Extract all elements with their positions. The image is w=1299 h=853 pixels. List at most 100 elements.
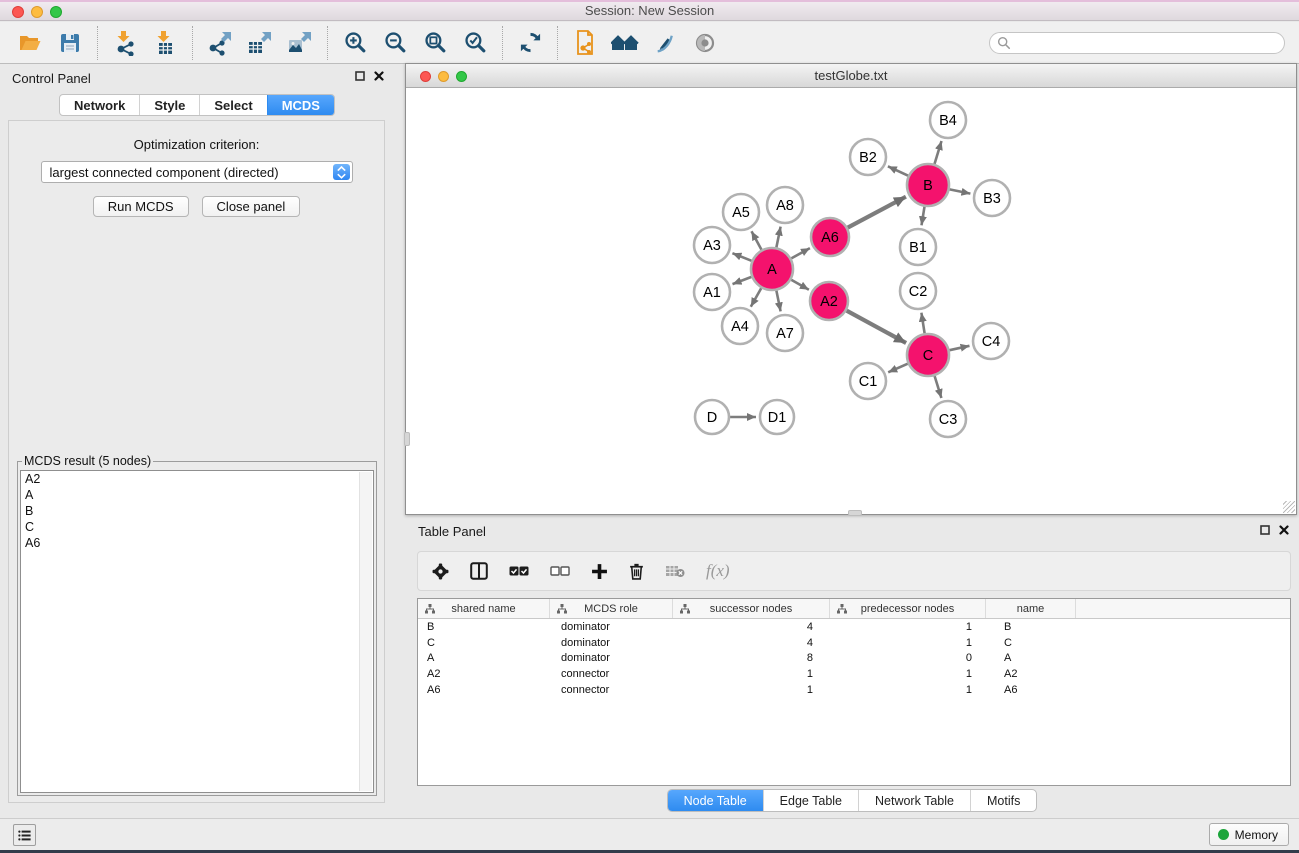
network-graph[interactable]: B4B2BB3A8A5A6A3B1AA1C2A2A4A7C4CC1DD1C3	[406, 88, 1296, 514]
run-mcds-button[interactable]: Run MCDS	[93, 196, 189, 217]
hide-annotations-button[interactable]	[645, 26, 685, 60]
open-session-button[interactable]	[10, 26, 50, 60]
table-cell[interactable]: A2	[986, 668, 1076, 680]
table-cell[interactable]: A2	[418, 668, 550, 680]
task-history-button[interactable]	[13, 824, 36, 846]
edge-C-C3[interactable]	[935, 376, 942, 398]
table-row-a6[interactable]: A6connector11A6	[418, 682, 1290, 698]
edge-C-C2[interactable]	[921, 313, 924, 334]
memory-button[interactable]: Memory	[1209, 823, 1289, 846]
window-resize-grip[interactable]	[1283, 501, 1295, 513]
apply-layout-button[interactable]	[510, 26, 550, 60]
table-cell[interactable]: B	[986, 621, 1076, 633]
float-icon[interactable]	[1260, 525, 1270, 535]
table-cell[interactable]: B	[418, 621, 550, 633]
table-cell[interactable]: 0	[830, 652, 986, 664]
delete-column-button[interactable]	[629, 563, 644, 580]
add-column-button[interactable]	[591, 563, 608, 580]
edge-A6-B[interactable]	[848, 197, 906, 228]
edge-A-A5[interactable]	[752, 231, 762, 249]
table-cell[interactable]: 1	[673, 684, 830, 696]
tab-edge-table[interactable]: Edge Table	[763, 790, 858, 811]
edge-A-A3[interactable]	[732, 253, 751, 261]
float-icon[interactable]	[355, 71, 365, 81]
close-panel-button[interactable]: Close panel	[202, 196, 301, 217]
edge-B-B1[interactable]	[922, 207, 925, 226]
edge-B-B4[interactable]	[935, 141, 942, 164]
save-session-button[interactable]	[50, 26, 90, 60]
table-row-a[interactable]: Adominator80A	[418, 651, 1290, 667]
network-canvas[interactable]: B4B2BB3A8A5A6A3B1AA1C2A2A4A7C4CC1DD1C3	[406, 88, 1296, 514]
tab-motifs[interactable]: Motifs	[970, 790, 1036, 811]
edge-A-A2[interactable]	[791, 280, 809, 290]
edge-A-A1[interactable]	[733, 277, 752, 284]
table-cell[interactable]: dominator	[550, 621, 673, 633]
table-cell[interactable]: C	[986, 637, 1076, 649]
export-network-button[interactable]	[200, 26, 240, 60]
zoom-in-button[interactable]	[335, 26, 375, 60]
edge-A-A7[interactable]	[776, 291, 780, 312]
tab-mcds[interactable]: MCDS	[267, 95, 334, 115]
table-cell[interactable]: A6	[986, 684, 1076, 696]
column-header-shared-name[interactable]: shared name	[418, 599, 550, 618]
edge-C-C1[interactable]	[888, 364, 908, 373]
table-cell[interactable]: 8	[673, 652, 830, 664]
show-columns-button[interactable]	[470, 562, 488, 580]
table-row-b[interactable]: Bdominator41B	[418, 619, 1290, 635]
table-settings-button[interactable]	[432, 563, 449, 580]
table-cell[interactable]: 1	[830, 621, 986, 633]
table-row-c[interactable]: Cdominator41C	[418, 635, 1290, 651]
search-box[interactable]	[989, 32, 1285, 54]
table-cell[interactable]: 1	[830, 668, 986, 680]
edge-A-A8[interactable]	[776, 227, 780, 248]
table-row-a2[interactable]: A2connector11A2	[418, 666, 1290, 682]
export-image-button[interactable]	[280, 26, 320, 60]
zoom-out-button[interactable]	[375, 26, 415, 60]
result-item-a6[interactable]: A6	[21, 535, 373, 551]
search-input[interactable]	[1011, 35, 1277, 51]
table-cell[interactable]: 1	[830, 637, 986, 649]
table-cell[interactable]: 4	[673, 637, 830, 649]
unselect-all-columns-button[interactable]	[550, 565, 570, 577]
function-builder-button[interactable]: f(x)	[706, 561, 730, 581]
table-cell[interactable]: connector	[550, 684, 673, 696]
import-table-button[interactable]	[145, 26, 185, 60]
table-cell[interactable]: A6	[418, 684, 550, 696]
zoom-selected-button[interactable]	[455, 26, 495, 60]
close-icon[interactable]	[374, 71, 384, 81]
column-header-predecessor-nodes[interactable]: predecessor nodes	[830, 599, 986, 618]
optimization-criterion-dropdown[interactable]: largest connected component (directed)	[41, 161, 353, 183]
table-cell[interactable]: A	[418, 652, 550, 664]
edge-A2-C[interactable]	[847, 311, 907, 343]
table-cell[interactable]: dominator	[550, 652, 673, 664]
close-icon[interactable]	[1279, 525, 1289, 535]
table-cell[interactable]: 1	[830, 684, 986, 696]
tab-node-table[interactable]: Node Table	[668, 790, 763, 811]
tab-select[interactable]: Select	[199, 95, 266, 115]
column-header-mcds-role[interactable]: MCDS role	[550, 599, 673, 618]
network-window-titlebar[interactable]: testGlobe.txt	[406, 64, 1296, 88]
zoom-fit-button[interactable]	[415, 26, 455, 60]
result-item-c[interactable]: C	[21, 519, 373, 535]
table-cell[interactable]: dominator	[550, 637, 673, 649]
tab-network[interactable]: Network	[60, 95, 139, 115]
table-cell[interactable]: 1	[673, 668, 830, 680]
edge-A-A4[interactable]	[751, 288, 761, 307]
column-header-name[interactable]: name	[986, 599, 1076, 618]
select-all-columns-button[interactable]	[509, 565, 529, 577]
column-header-successor-nodes[interactable]: successor nodes	[673, 599, 830, 618]
import-network-button[interactable]	[105, 26, 145, 60]
table-cell[interactable]: 4	[673, 621, 830, 633]
result-item-a[interactable]: A	[21, 487, 373, 503]
tab-style[interactable]: Style	[139, 95, 199, 115]
delete-table-button[interactable]	[665, 564, 685, 578]
home-button[interactable]	[605, 26, 645, 60]
result-item-a2[interactable]: A2	[21, 471, 373, 487]
table-cell[interactable]: A	[986, 652, 1076, 664]
vertical-splitter-handle[interactable]	[404, 432, 410, 446]
edge-C-C4[interactable]	[950, 346, 970, 350]
edge-B-B3[interactable]	[950, 189, 971, 193]
network-from-selection-button[interactable]	[565, 26, 605, 60]
tab-network-table[interactable]: Network Table	[858, 790, 970, 811]
edge-B-B2[interactable]	[888, 166, 908, 175]
